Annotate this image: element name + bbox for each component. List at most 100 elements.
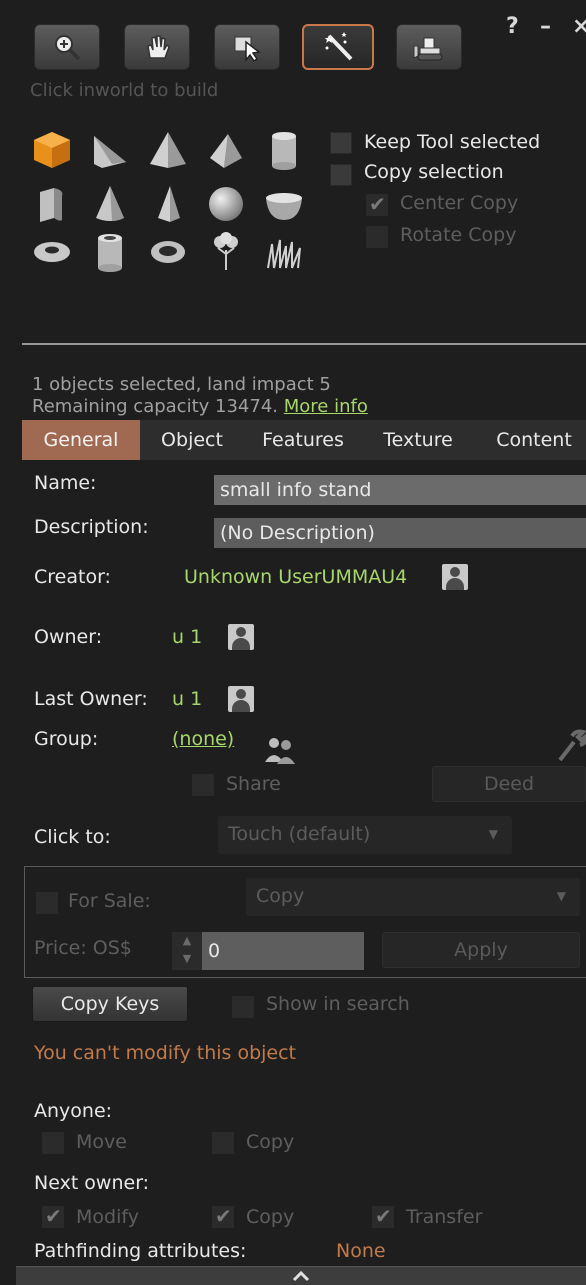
click-action-dropdown[interactable]: Touch (default) ▼ — [218, 816, 512, 854]
chevron-up-icon — [292, 1270, 310, 1282]
cone-icon[interactable] — [88, 182, 132, 226]
show-in-search-label: Show in search — [266, 993, 410, 1015]
tab-content[interactable]: Content — [482, 420, 586, 460]
group-link[interactable]: (none) — [172, 728, 234, 750]
description-field[interactable]: (No Description) — [214, 518, 586, 548]
chevron-down-icon: ▼ — [556, 889, 566, 903]
deed-button[interactable]: Deed — [432, 766, 586, 802]
last-owner-profile-icon[interactable] — [228, 686, 254, 712]
next-copy-checkbox[interactable] — [212, 1204, 234, 1228]
hand-icon — [147, 35, 170, 59]
copy-keys-button[interactable]: Copy Keys — [32, 986, 188, 1022]
anyone-copy-checkbox[interactable] — [212, 1132, 234, 1154]
cylinder-icon[interactable] — [262, 128, 306, 172]
prism-icon[interactable] — [88, 128, 132, 172]
click-to-label: Click to: — [34, 826, 111, 848]
sale-type-value: Copy — [256, 885, 305, 907]
pointer-icon — [234, 36, 261, 62]
tab-bar: General Object Features Texture Content — [22, 420, 586, 460]
group-icon[interactable] — [262, 734, 298, 766]
magic-wand-icon — [325, 32, 353, 61]
more-info-link[interactable]: More info — [284, 396, 368, 417]
sale-type-dropdown[interactable]: Copy ▼ — [246, 878, 580, 916]
next-modify-checkbox[interactable] — [42, 1204, 64, 1228]
magnifier-icon — [55, 35, 81, 61]
center-copy-checkbox[interactable] — [366, 192, 388, 216]
selection-count: 1 objects selected, land impact 5 — [32, 374, 331, 395]
name-label: Name: — [34, 472, 97, 494]
tab-texture[interactable]: Texture — [368, 420, 468, 460]
anyone-move-label: Move — [76, 1131, 127, 1153]
help-button[interactable]: ? — [506, 14, 519, 39]
copy-selection-label: Copy selection — [364, 161, 504, 183]
description-label: Description: — [34, 516, 149, 538]
tab-features[interactable]: Features — [248, 420, 358, 460]
owner-label: Owner: — [34, 626, 103, 648]
next-owner-label: Next owner: — [34, 1172, 150, 1194]
minimize-button[interactable]: – — [540, 14, 551, 39]
price-input[interactable]: 0 — [202, 932, 364, 970]
remaining-capacity-text: Remaining capacity 13474. — [32, 396, 278, 417]
last-owner-link[interactable]: u 1 — [172, 688, 202, 710]
share-checkbox[interactable] — [192, 774, 214, 796]
price-label: Price: OS$ — [34, 937, 132, 959]
divider — [22, 343, 586, 345]
creator-link[interactable]: Unknown UserUMMAU4 — [184, 566, 407, 588]
remaining-capacity: Remaining capacity 13474. More info — [32, 396, 368, 417]
keep-tool-checkbox[interactable] — [330, 132, 352, 154]
tab-general[interactable]: General — [22, 420, 140, 460]
pyramid-icon[interactable] — [146, 128, 190, 172]
pathfinding-value: None — [336, 1240, 386, 1262]
apply-button[interactable]: Apply — [382, 932, 580, 968]
grass-icon[interactable] — [262, 230, 306, 274]
anyone-move-checkbox[interactable] — [42, 1132, 64, 1154]
for-sale-label: For Sale: — [68, 890, 151, 912]
keep-tool-label: Keep Tool selected — [364, 131, 541, 153]
edit-tool-button[interactable] — [214, 24, 280, 70]
permission-warning: You can't modify this object — [34, 1042, 297, 1064]
creator-label: Creator: — [34, 566, 111, 588]
tab-object[interactable]: Object — [148, 420, 236, 460]
next-transfer-label: Transfer — [406, 1206, 483, 1228]
rotate-copy-label: Rotate Copy — [400, 224, 517, 246]
tube-icon[interactable] — [88, 230, 132, 274]
share-label: Share — [226, 773, 281, 795]
sphere-icon[interactable] — [204, 182, 248, 226]
tetrahedron-icon[interactable] — [204, 128, 248, 172]
bulldozer-icon — [413, 37, 443, 61]
pathfinding-label: Pathfinding attributes: — [34, 1240, 247, 1262]
create-tool-button[interactable] — [302, 24, 374, 70]
owner-link[interactable]: u 1 — [172, 626, 202, 648]
price-stepper[interactable]: ▲ ▼ — [172, 932, 202, 970]
cube-icon[interactable] — [30, 128, 74, 172]
build-hint: Click inworld to build — [30, 80, 219, 101]
copy-selection-checkbox[interactable] — [330, 164, 352, 186]
hemisphere-icon[interactable] — [262, 182, 306, 226]
close-button[interactable]: × — [572, 14, 586, 39]
for-sale-checkbox[interactable] — [36, 892, 58, 914]
show-in-search-checkbox[interactable] — [232, 996, 254, 1018]
wrench-icon[interactable] — [556, 728, 586, 762]
next-modify-label: Modify — [76, 1206, 139, 1228]
anyone-copy-label: Copy — [246, 1131, 295, 1153]
expand-bar[interactable] — [16, 1266, 586, 1285]
owner-profile-icon[interactable] — [228, 624, 254, 650]
creator-profile-icon[interactable] — [442, 564, 468, 590]
center-copy-label: Center Copy — [400, 192, 519, 214]
half-cone-icon[interactable] — [146, 182, 190, 226]
land-tool-button[interactable] — [396, 24, 462, 70]
ring-icon[interactable] — [146, 230, 190, 274]
rotate-copy-checkbox[interactable] — [366, 226, 388, 248]
focus-tool-button[interactable] — [34, 24, 100, 70]
half-cylinder-icon[interactable] — [30, 182, 74, 226]
name-field[interactable]: small info stand — [214, 475, 586, 505]
torus-icon[interactable] — [30, 230, 74, 274]
click-action-value: Touch (default) — [228, 823, 371, 845]
last-owner-label: Last Owner: — [34, 688, 148, 710]
chevron-down-icon: ▼ — [488, 827, 498, 841]
group-label: Group: — [34, 728, 99, 750]
next-transfer-checkbox[interactable] — [372, 1204, 394, 1228]
next-copy-label: Copy — [246, 1206, 295, 1228]
move-tool-button[interactable] — [124, 24, 190, 70]
tree-icon[interactable] — [204, 230, 248, 274]
